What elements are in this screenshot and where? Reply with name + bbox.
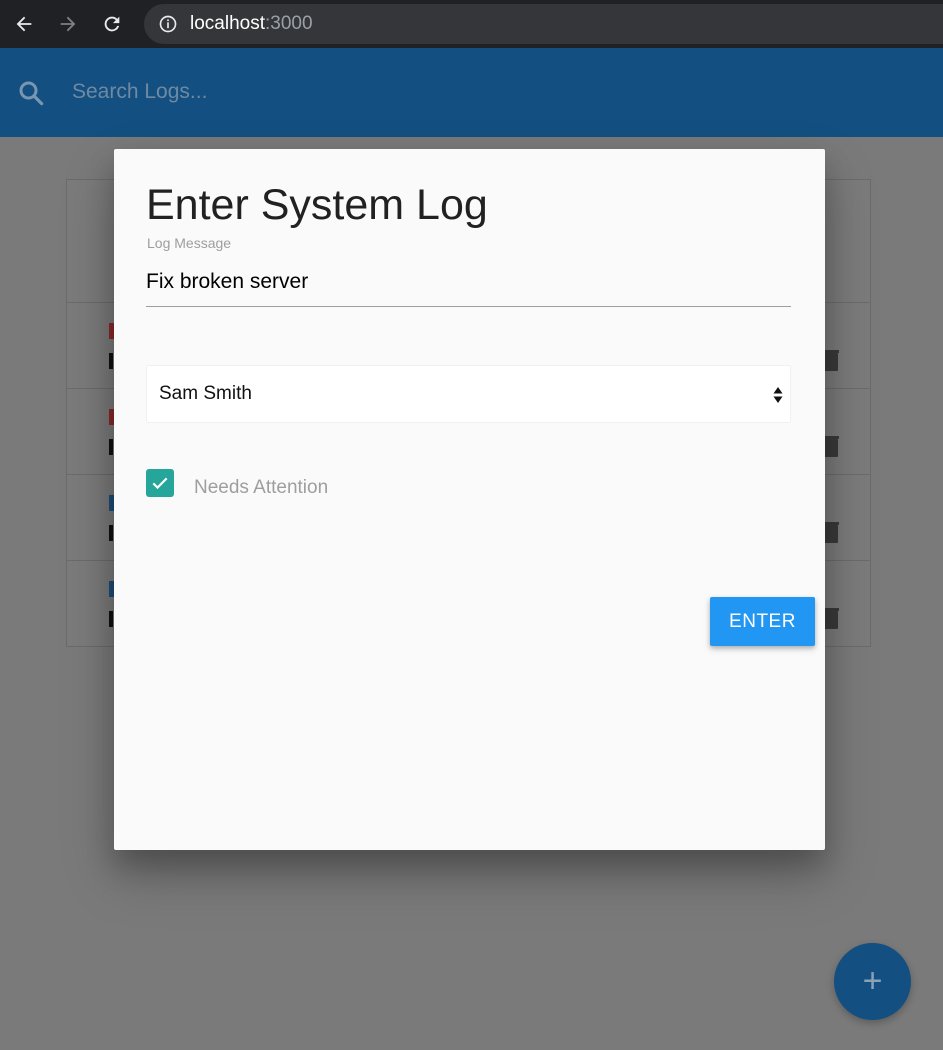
enter-button[interactable]: ENTER (710, 597, 815, 646)
info-icon[interactable] (158, 14, 178, 34)
attention-label[interactable]: Needs Attention (194, 477, 328, 499)
app-navbar: Search Logs... (0, 48, 943, 137)
forward-arrow-icon[interactable] (50, 6, 86, 42)
delete-icon[interactable] (823, 607, 839, 629)
technician-selected: Sam Smith (159, 383, 252, 404)
url-port: :3000 (265, 13, 313, 34)
modal-title: Enter System Log (146, 181, 488, 229)
address-bar[interactable]: localhost:3000 (144, 4, 943, 44)
delete-icon[interactable] (823, 521, 839, 543)
reload-icon[interactable] (94, 6, 130, 42)
log-message-input[interactable] (146, 257, 791, 307)
technician-select[interactable]: Sam Smith (146, 365, 791, 423)
search-input[interactable]: Search Logs... (72, 80, 207, 104)
check-icon (152, 477, 168, 490)
add-log-modal: Enter System Log Log Message Sam Smith N… (114, 149, 825, 850)
back-arrow-icon[interactable] (6, 6, 42, 42)
add-log-button[interactable]: + (834, 943, 911, 1020)
add-icon: + (862, 962, 883, 1000)
log-message-label: Log Message (147, 235, 232, 251)
log-meta (109, 611, 113, 627)
delete-icon[interactable] (823, 349, 839, 371)
log-meta (109, 525, 113, 541)
browser-toolbar: localhost:3000 (0, 0, 943, 48)
delete-icon[interactable] (823, 435, 839, 457)
log-meta (109, 439, 113, 455)
url-host: localhost (190, 13, 265, 34)
attention-checkbox[interactable] (146, 469, 174, 497)
search-icon (19, 81, 44, 106)
select-arrows-icon (773, 387, 783, 403)
log-meta (109, 353, 113, 369)
